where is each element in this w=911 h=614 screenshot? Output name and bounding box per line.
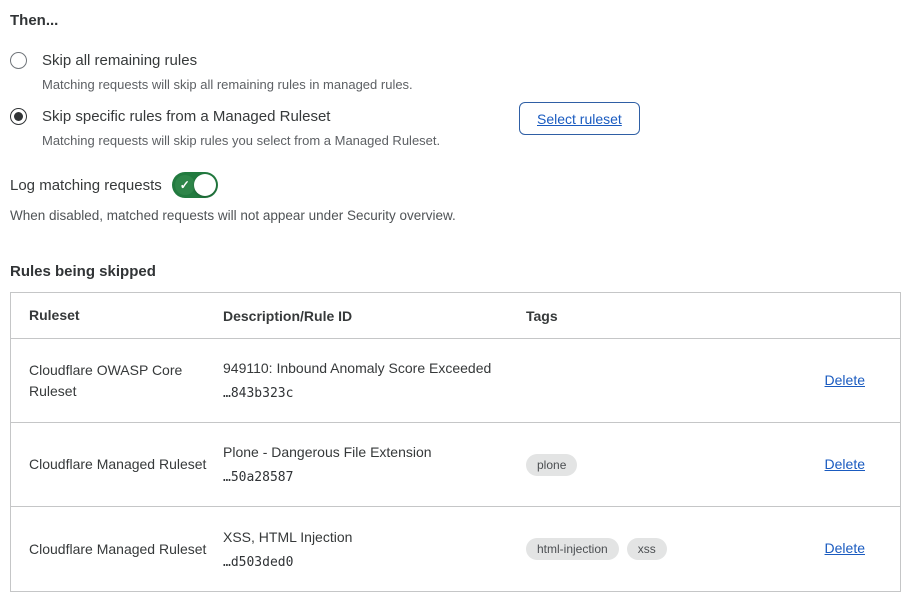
actions-cell: Delete [796,372,900,390]
delete-link[interactable]: Delete [825,372,865,388]
option-skip-specific-rules[interactable]: Skip specific rules from a Managed Rules… [10,106,901,150]
radio-button-selected[interactable] [10,108,27,125]
actions-cell: Delete [796,456,900,474]
description-cell: Plone - Dangerous File Extension …50a285… [223,443,526,486]
option-text: Skip specific rules from a Managed Rules… [42,106,440,150]
rule-description: Plone - Dangerous File Extension [223,443,526,461]
rules-being-skipped-table: Ruleset Description/Rule ID Tags Cloudfl… [10,292,901,592]
ruleset-cell: Cloudflare Managed Ruleset [11,539,223,560]
column-header-tags: Tags [526,308,796,324]
option-description: Matching requests will skip all remainin… [42,75,413,94]
tag-badge: html-injection [526,538,619,560]
option-text: Skip all remaining rules Matching reques… [42,50,413,94]
option-skip-all-remaining-rules[interactable]: Skip all remaining rules Matching reques… [10,50,901,94]
delete-link[interactable]: Delete [825,456,865,472]
waf-rule-config-page: Then... Skip all remaining rules Matchin… [0,0,911,592]
rule-id: …843b323c [223,386,526,402]
table-row: Cloudflare Managed Ruleset XSS, HTML Inj… [11,507,900,591]
check-icon: ✓ [175,175,195,195]
option-label[interactable]: Skip specific rules from a Managed Rules… [42,106,440,128]
radio-dot [14,112,23,121]
description-cell: XSS, HTML Injection …d503ded0 [223,528,526,571]
tags-cell: html-injection xss [526,538,796,560]
tags-cell: plone [526,454,796,476]
log-matching-requests-row: Log matching requests ✓ [10,172,901,198]
tag-badge: plone [526,454,577,476]
rule-description: XSS, HTML Injection [223,528,526,546]
table-row: Cloudflare OWASP Core Ruleset 949110: In… [11,339,900,423]
option-description: Matching requests will skip rules you se… [42,131,440,150]
delete-link[interactable]: Delete [825,540,865,556]
rule-id: …d503ded0 [223,555,526,571]
option-label[interactable]: Skip all remaining rules [42,50,413,72]
tag-badge: xss [627,538,667,560]
rule-description: 949110: Inbound Anomaly Score Exceeded [223,359,526,377]
radio-dot [14,56,23,65]
radio-button-unselected[interactable] [10,52,27,69]
rule-id: …50a28587 [223,470,526,486]
ruleset-cell: Cloudflare OWASP Core Ruleset [11,360,223,402]
rules-being-skipped-title: Rules being skipped [10,263,901,281]
description-cell: 949110: Inbound Anomaly Score Exceeded …… [223,359,526,402]
log-matching-requests-toggle[interactable]: ✓ [172,172,218,198]
column-header-ruleset: Ruleset [11,305,223,326]
column-header-description: Description/Rule ID [223,308,526,324]
log-matching-requests-label: Log matching requests [10,177,162,194]
actions-cell: Delete [796,540,900,558]
log-toggle-description: When disabled, matched requests will not… [10,206,901,225]
then-section-title: Then... [10,12,901,30]
ruleset-cell: Cloudflare Managed Ruleset [11,454,223,475]
table-row: Cloudflare Managed Ruleset Plone - Dange… [11,423,900,507]
select-ruleset-button[interactable]: Select ruleset [519,102,640,135]
toggle-knob[interactable] [194,174,216,196]
table-header-row: Ruleset Description/Rule ID Tags [11,293,900,339]
